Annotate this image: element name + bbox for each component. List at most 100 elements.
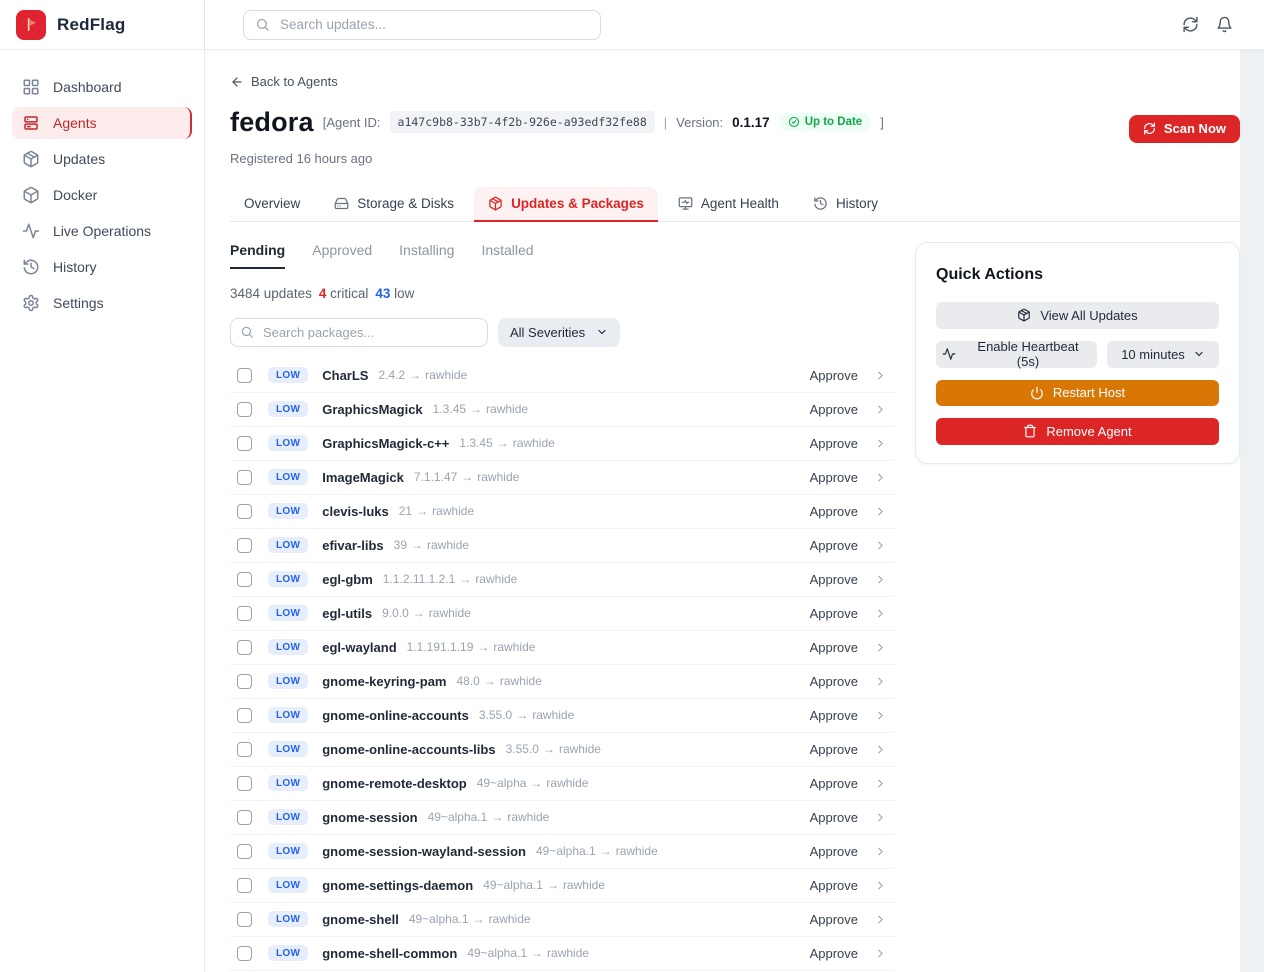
package-checkbox[interactable] [237, 368, 252, 383]
approve-button[interactable]: Approve [810, 912, 858, 927]
package-checkbox[interactable] [237, 504, 252, 519]
chevron-right-icon[interactable] [874, 709, 887, 722]
back-link-label: Back to Agents [251, 74, 338, 89]
approve-button[interactable]: Approve [810, 674, 858, 689]
approve-button[interactable]: Approve [810, 742, 858, 757]
back-to-agents-link[interactable]: Back to Agents [230, 50, 338, 89]
tab-overview[interactable]: Overview [230, 187, 314, 221]
global-search[interactable] [243, 10, 601, 40]
tab-updates-packages[interactable]: Updates & Packages [474, 187, 658, 221]
chevron-right-icon[interactable] [874, 743, 887, 756]
arrow-right-glyph: → [531, 946, 543, 960]
approve-button[interactable]: Approve [810, 810, 858, 825]
approve-button[interactable]: Approve [810, 470, 858, 485]
package-checkbox[interactable] [237, 878, 252, 893]
chevron-right-icon[interactable] [874, 675, 887, 688]
approve-button[interactable]: Approve [810, 572, 858, 587]
chevron-right-icon[interactable] [874, 913, 887, 926]
approve-button[interactable]: Approve [810, 436, 858, 451]
version-label: Version: [676, 115, 723, 130]
package-checkbox[interactable] [237, 742, 252, 757]
severity-badge: LOW [268, 707, 308, 723]
tab-history[interactable]: History [799, 187, 892, 221]
chevron-right-icon[interactable] [874, 879, 887, 892]
chevron-right-icon[interactable] [874, 777, 887, 790]
chevron-right-icon[interactable] [874, 845, 887, 858]
package-checkbox[interactable] [237, 946, 252, 961]
chevron-right-icon[interactable] [874, 573, 887, 586]
scan-now-button[interactable]: Scan Now [1129, 115, 1240, 143]
chevron-right-icon[interactable] [874, 369, 887, 382]
package-checkbox[interactable] [237, 538, 252, 553]
view-all-updates-button[interactable]: View All Updates [936, 302, 1219, 329]
sidebar-item-updates[interactable]: Updates [12, 143, 192, 175]
package-checkbox[interactable] [237, 912, 252, 927]
approve-button[interactable]: Approve [810, 946, 858, 961]
sidebar-item-history[interactable]: History [12, 251, 192, 283]
chevron-right-icon[interactable] [874, 437, 887, 450]
severity-badge: LOW [268, 605, 308, 621]
sidebar-item-agents[interactable]: Agents [12, 107, 192, 139]
approve-button[interactable]: Approve [810, 606, 858, 621]
package-checkbox[interactable] [237, 640, 252, 655]
package-row: LOW egl-wayland 1.1.191.1.19→rawhide App… [230, 631, 895, 665]
approve-button[interactable]: Approve [810, 538, 858, 553]
package-checkbox[interactable] [237, 708, 252, 723]
approve-button[interactable]: Approve [810, 368, 858, 383]
approve-button[interactable]: Approve [810, 640, 858, 655]
severity-filter[interactable]: All Severities [498, 318, 620, 347]
approve-button[interactable]: Approve [810, 402, 858, 417]
package-checkbox[interactable] [237, 470, 252, 485]
approve-button[interactable]: Approve [810, 776, 858, 791]
approve-button[interactable]: Approve [810, 708, 858, 723]
approve-button[interactable]: Approve [810, 878, 858, 893]
chevron-right-icon[interactable] [874, 607, 887, 620]
subtab-approved[interactable]: Approved [312, 242, 372, 269]
chevron-right-icon[interactable] [874, 505, 887, 518]
sidebar: RedFlag Dashboard Agents [0, 0, 205, 972]
package-version: 9.0.0→rawhide [382, 606, 471, 620]
package-checkbox[interactable] [237, 402, 252, 417]
package-checkbox[interactable] [237, 572, 252, 587]
restart-host-button[interactable]: Restart Host [936, 380, 1219, 406]
package-search-input[interactable] [261, 324, 478, 341]
package-checkbox[interactable] [237, 776, 252, 791]
tab-agent-health[interactable]: Agent Health [664, 187, 793, 221]
sidebar-item-live-operations[interactable]: Live Operations [12, 215, 192, 247]
tab-storage-disks[interactable]: Storage & Disks [320, 187, 468, 221]
package-checkbox[interactable] [237, 436, 252, 451]
sidebar-item-settings[interactable]: Settings [12, 287, 192, 319]
severity-badge: LOW [268, 469, 308, 485]
sidebar-item-dashboard[interactable]: Dashboard [12, 71, 192, 103]
bell-icon[interactable] [1216, 16, 1233, 33]
package-checkbox[interactable] [237, 674, 252, 689]
heartbeat-interval-select[interactable]: 10 minutes [1107, 341, 1219, 368]
subtab-installed[interactable]: Installed [481, 242, 533, 269]
chevron-right-icon[interactable] [874, 641, 887, 654]
arrow-right-glyph: → [459, 572, 471, 586]
refresh-icon[interactable] [1182, 16, 1199, 33]
package-row: LOW GraphicsMagick 1.3.45→rawhide Approv… [230, 393, 895, 427]
package-name: efivar-libs [322, 538, 383, 553]
package-checkbox[interactable] [237, 606, 252, 621]
chevron-right-icon[interactable] [874, 947, 887, 960]
approve-button[interactable]: Approve [810, 844, 858, 859]
approve-button[interactable]: Approve [810, 504, 858, 519]
package-checkbox[interactable] [237, 844, 252, 859]
chevron-right-icon[interactable] [874, 403, 887, 416]
subtab-pending[interactable]: Pending [230, 242, 285, 269]
package-row: LOW efivar-libs 39→rawhide Approve [230, 529, 895, 563]
activity-icon [942, 347, 956, 361]
arrow-right-glyph: → [530, 776, 542, 790]
subtab-installing[interactable]: Installing [399, 242, 454, 269]
package-checkbox[interactable] [237, 810, 252, 825]
monitor-pulse-icon [678, 196, 693, 211]
remove-agent-button[interactable]: Remove Agent [936, 418, 1219, 445]
package-search[interactable] [230, 318, 488, 347]
search-input[interactable] [278, 16, 589, 33]
chevron-right-icon[interactable] [874, 471, 887, 484]
chevron-right-icon[interactable] [874, 811, 887, 824]
sidebar-item-docker[interactable]: Docker [12, 179, 192, 211]
enable-heartbeat-button[interactable]: Enable Heartbeat (5s) [936, 341, 1097, 368]
chevron-right-icon[interactable] [874, 539, 887, 552]
